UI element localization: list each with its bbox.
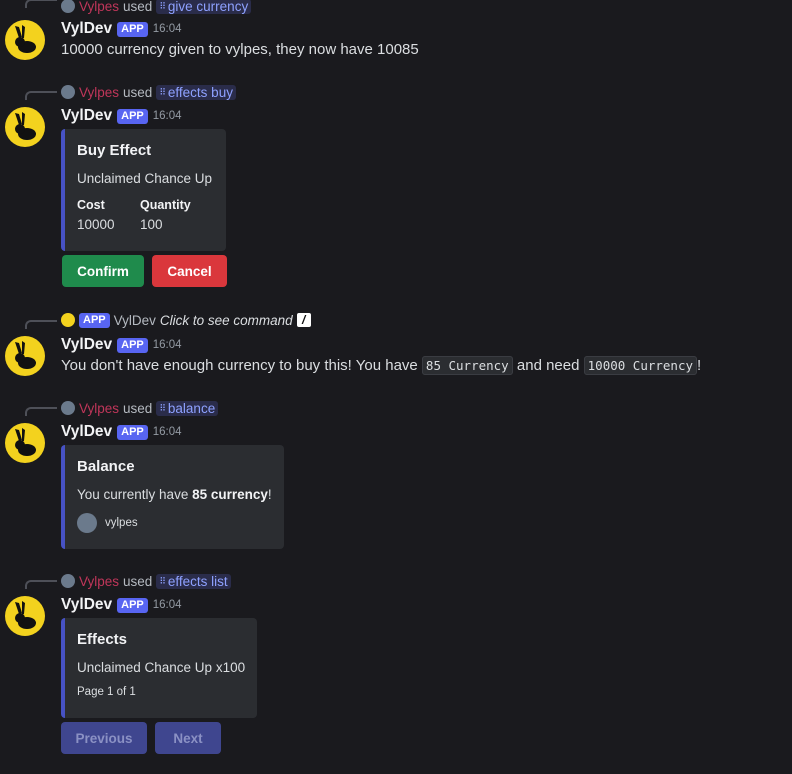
reply-verb: used (123, 84, 153, 100)
embed-buy-effect: Buy Effect Unclaimed Chance Up Cost 1000… (61, 129, 226, 251)
reply-username[interactable]: Vylpes (79, 574, 119, 589)
user-avatar-icon[interactable] (61, 574, 75, 588)
command-mention[interactable]: ⠿ effects list (156, 573, 231, 589)
embed-description: Unclaimed Chance Up x100 (77, 660, 246, 675)
slash-command-icon: / (296, 313, 311, 327)
reply-username[interactable]: Vylpes (79, 401, 119, 416)
rabbit-icon (15, 112, 36, 140)
reply-context[interactable]: Vylpes used ⠿ give currency (61, 0, 252, 14)
inline-code: 10000 Currency (583, 356, 697, 375)
reply-context[interactable]: Vylpes used ⠿ effects buy (61, 84, 236, 100)
embed-description: Unclaimed Chance Up (77, 171, 213, 186)
reply-verb: used (123, 0, 153, 14)
rabbit-icon (15, 601, 36, 629)
app-tag: APP (117, 21, 148, 37)
content-text: ! (697, 357, 702, 374)
message-header: VylDev APP 16:04 (61, 422, 182, 442)
app-tag: APP (117, 108, 148, 124)
slash-command-icon: ⠿ (159, 0, 166, 11)
timestamp[interactable]: 16:04 (153, 110, 182, 122)
reply-username[interactable]: Vylpes (79, 0, 119, 14)
app-tag: APP (117, 337, 148, 353)
slash-command-icon: ⠿ (159, 575, 166, 586)
user-avatar-icon[interactable] (61, 401, 75, 415)
confirm-button[interactable]: Confirm (62, 255, 144, 287)
footer-username: vylpes (105, 517, 138, 529)
bot-avatar[interactable] (5, 423, 45, 463)
bot-avatar[interactable] (5, 20, 45, 60)
embed-title: Balance (77, 458, 135, 475)
embed-effects: Effects Unclaimed Chance Up x100 Page 1 … (61, 618, 257, 718)
user-avatar-icon[interactable] (61, 85, 75, 99)
content-text: and need (516, 357, 580, 374)
command-mention[interactable]: ⠿ balance (156, 400, 219, 416)
bot-avatar[interactable] (5, 336, 45, 376)
desc-text: You currently have (77, 487, 189, 502)
inline-code: 85 Currency (421, 356, 513, 375)
app-tag: APP (117, 424, 148, 440)
reply-verb: used (123, 573, 153, 589)
embed-balance: Balance You currently have 85 currency! … (61, 445, 284, 549)
bot-name[interactable]: VylDev (61, 423, 112, 441)
slash-command-icon: ⠿ (159, 402, 166, 413)
user-avatar-icon[interactable] (77, 513, 97, 533)
reply-context[interactable]: Vylpes used ⠿ effects list (61, 573, 231, 589)
previous-button[interactable]: Previous (61, 722, 147, 754)
bot-mini-avatar-icon[interactable] (61, 313, 75, 327)
app-tag: APP (117, 597, 148, 613)
embed-footer: Page 1 of 1 (77, 686, 136, 698)
message-header: VylDev APP 16:04 (61, 595, 182, 615)
cancel-button[interactable]: Cancel (152, 255, 227, 287)
reply-spine (25, 320, 57, 329)
rabbit-icon (15, 341, 36, 369)
message-header: VylDev APP 16:04 (61, 335, 182, 355)
timestamp[interactable]: 16:04 (153, 599, 182, 611)
reply-spine (25, 580, 57, 589)
click-to-see-command[interactable]: Click to see command (160, 313, 293, 328)
timestamp[interactable]: 16:04 (153, 339, 182, 351)
field-name-quantity: Quantity (140, 198, 191, 212)
reply-spine (25, 0, 57, 8)
reply-context[interactable]: Vylpes used ⠿ balance (61, 400, 219, 416)
bot-avatar[interactable] (5, 107, 45, 147)
rabbit-icon (15, 25, 36, 53)
field-name-cost: Cost (77, 198, 105, 212)
embed-title: Effects (77, 631, 128, 648)
embed-description: You currently have 85 currency! (77, 487, 272, 502)
next-button[interactable]: Next (155, 722, 221, 754)
bot-avatar[interactable] (5, 596, 45, 636)
bot-name[interactable]: VylDev (61, 336, 112, 354)
reply-username[interactable]: VylDev (114, 313, 156, 328)
message-content: You don't have enough currency to buy th… (61, 356, 702, 375)
timestamp[interactable]: 16:04 (153, 426, 182, 438)
desc-bold: 85 currency (192, 487, 268, 502)
content-text: You don't have enough currency to buy th… (61, 357, 418, 374)
bot-name[interactable]: VylDev (61, 596, 112, 614)
message-header: VylDev APP 16:04 (61, 19, 182, 39)
timestamp[interactable]: 16:04 (153, 23, 182, 35)
rabbit-icon (15, 428, 36, 456)
embed-title: Buy Effect (77, 142, 152, 159)
bot-name[interactable]: VylDev (61, 107, 112, 125)
reply-username[interactable]: Vylpes (79, 85, 119, 100)
field-value-cost: 10000 (77, 217, 115, 232)
desc-text: ! (267, 487, 272, 502)
command-mention[interactable]: ⠿ effects buy (156, 84, 236, 100)
field-value-quantity: 100 (140, 217, 163, 232)
reply-spine (25, 407, 57, 416)
slash-command-icon: ⠿ (159, 86, 166, 97)
message-header: VylDev APP 16:04 (61, 106, 182, 126)
app-tag: APP (79, 312, 110, 328)
embed-footer: vylpes (77, 513, 138, 533)
reply-context[interactable]: APP VylDev Click to see command / (61, 312, 311, 328)
message-content: 10000 currency given to vylpes, they now… (61, 41, 419, 58)
reply-spine (25, 91, 57, 100)
reply-verb: used (123, 400, 153, 416)
bot-name[interactable]: VylDev (61, 20, 112, 38)
user-avatar-icon[interactable] (61, 0, 75, 13)
command-mention[interactable]: ⠿ give currency (156, 0, 252, 14)
